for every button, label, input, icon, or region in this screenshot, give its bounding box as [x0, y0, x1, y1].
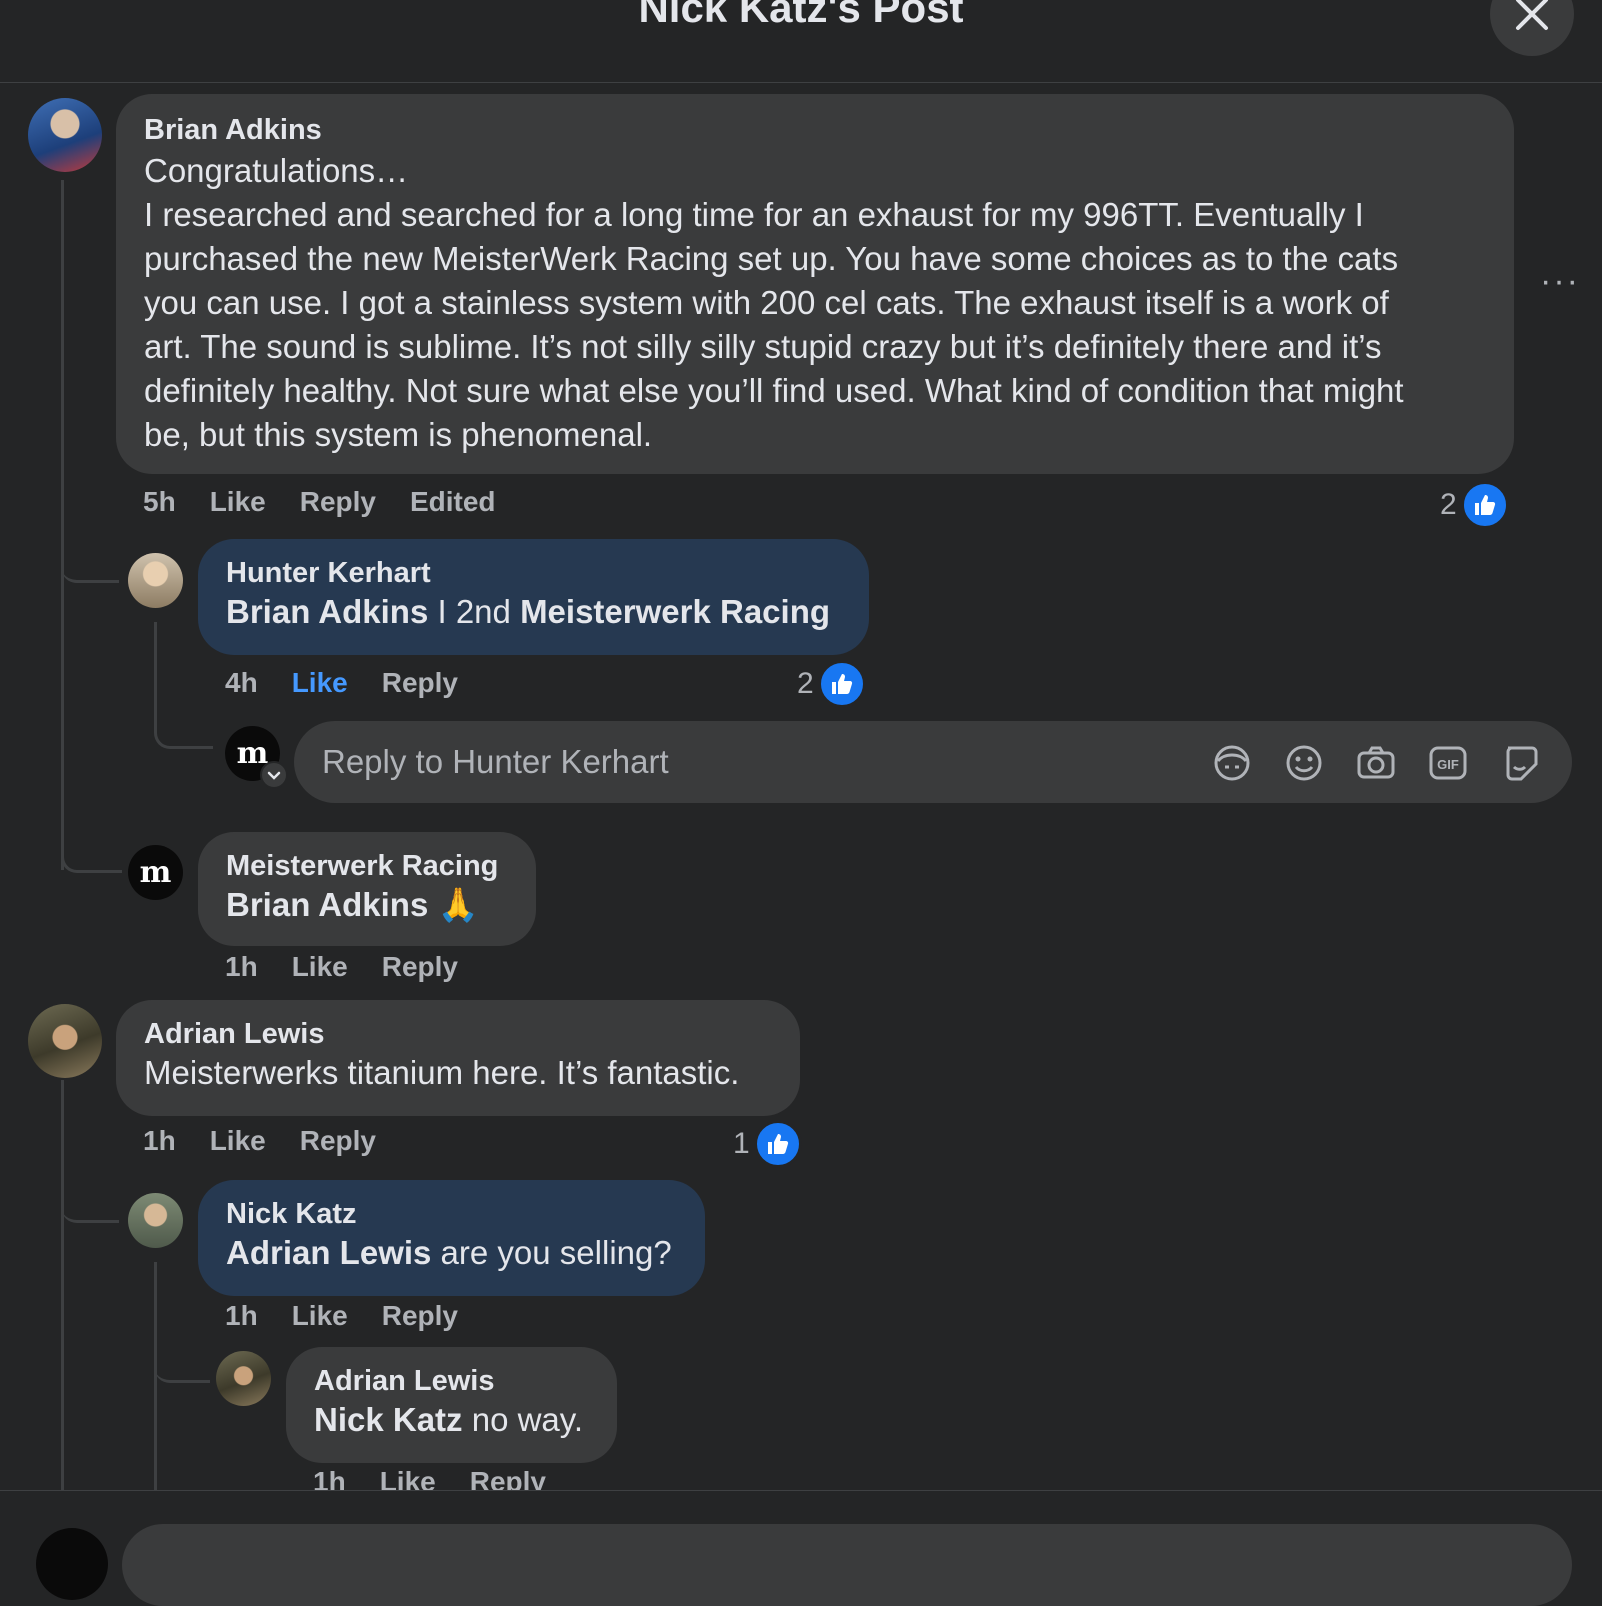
comment-author[interactable]: Brian Adkins: [144, 114, 1486, 147]
comment-bubble: Nick Katz Adrian Lewis are you selling?: [198, 1180, 705, 1296]
like-button[interactable]: Like: [210, 1125, 266, 1156]
mention-link[interactable]: Nick Katz: [314, 1401, 463, 1438]
comment-author[interactable]: Hunter Kerhart: [226, 557, 841, 590]
comment-bubble: Adrian Lewis Meisterwerks titanium here.…: [116, 1000, 800, 1116]
chevron-down-icon[interactable]: [260, 761, 288, 789]
svg-text:GIF: GIF: [1437, 757, 1459, 772]
comment-author[interactable]: Adrian Lewis: [314, 1365, 589, 1398]
mention-link[interactable]: Adrian Lewis: [226, 1234, 431, 1271]
comment-text: Brian Adkins 🙏: [226, 883, 508, 927]
thread-elbow: [61, 560, 119, 583]
avatar[interactable]: [36, 1528, 108, 1600]
clipped-actions-area: 1h Like Reply: [0, 1466, 1602, 1490]
comment-actions: 5h Like Reply Edited: [143, 486, 530, 518]
avatar[interactable]: m: [128, 845, 183, 900]
like-icon: [817, 660, 866, 708]
thread-elbow: [154, 690, 213, 749]
reply-input[interactable]: Reply to Hunter Kerhart GIF: [294, 721, 1572, 803]
reaction-count[interactable]: 1: [733, 1120, 802, 1168]
avatar[interactable]: [216, 1351, 271, 1406]
reply-button[interactable]: Reply: [382, 667, 458, 698]
comment-text: Brian Adkins I 2nd Meisterwerk Racing: [226, 593, 831, 630]
reply-button[interactable]: Reply: [300, 486, 376, 517]
comment-bubble: Hunter Kerhart Brian Adkins I 2nd Meiste…: [198, 539, 869, 655]
sticker-icon[interactable]: [1500, 743, 1540, 783]
comment-text: Meisterwerks titanium here. It’s fantast…: [144, 1054, 740, 1091]
comment-text: Nick Katz no way.: [314, 1401, 584, 1438]
reaction-count[interactable]: 2: [797, 660, 866, 708]
like-icon: [753, 1120, 802, 1168]
thread-elbow: [61, 420, 119, 583]
more-options-button[interactable]: ···: [1540, 262, 1580, 301]
comment-actions: 1h Like Reply: [143, 1125, 410, 1157]
comment-input[interactable]: [122, 1524, 1572, 1606]
comment-actions: 4h Like Reply: [225, 667, 492, 699]
reply-button[interactable]: Reply: [470, 1466, 546, 1490]
avatar[interactable]: [28, 1004, 102, 1078]
avatar-icon[interactable]: [1212, 743, 1252, 783]
comment-author[interactable]: Adrian Lewis: [144, 1018, 772, 1051]
comment-time[interactable]: 1h: [225, 951, 258, 982]
comment-time[interactable]: 1h: [225, 1300, 258, 1331]
post-header: Nick Katz's Post: [0, 0, 1602, 83]
comment-bubble: Brian Adkins Congratulations… I research…: [116, 94, 1514, 474]
like-button[interactable]: Like: [292, 1300, 348, 1331]
thread-line: [61, 1080, 64, 1490]
comment-text: Congratulations… I researched and search…: [144, 152, 1404, 453]
like-icon: [1460, 481, 1509, 529]
camera-icon[interactable]: [1356, 743, 1396, 783]
like-button[interactable]: Like: [292, 667, 348, 698]
emoji-icon[interactable]: [1284, 743, 1324, 783]
reaction-count[interactable]: 2: [1440, 481, 1509, 529]
reply-button[interactable]: Reply: [382, 1300, 458, 1331]
mention-link[interactable]: Brian Adkins: [226, 593, 428, 630]
comment-time[interactable]: 4h: [225, 667, 258, 698]
comment-time[interactable]: 5h: [143, 486, 176, 517]
comment-bubble: Adrian Lewis Nick Katz no way.: [286, 1347, 617, 1463]
comment-bubble: Meisterwerk Racing Brian Adkins 🙏: [198, 832, 536, 946]
gif-icon[interactable]: GIF: [1428, 743, 1468, 783]
comment-actions: 1h Like Reply: [225, 1300, 492, 1332]
close-icon: [1516, 0, 1548, 30]
reply-button[interactable]: Reply: [300, 1125, 376, 1156]
pray-emoji: 🙏: [437, 886, 479, 923]
edited-label: Edited: [409, 486, 496, 517]
avatar[interactable]: [28, 98, 102, 172]
avatar[interactable]: [128, 1193, 183, 1248]
like-button[interactable]: Like: [292, 951, 348, 982]
avatar[interactable]: [128, 553, 183, 608]
thread-elbow: [61, 810, 122, 873]
comment-actions: 1h Like Reply: [313, 1466, 580, 1490]
mention-link[interactable]: Meisterwerk Racing: [520, 593, 830, 630]
comment-author[interactable]: Nick Katz: [226, 1198, 677, 1231]
thread-elbow: [154, 1330, 210, 1383]
close-button[interactable]: [1490, 0, 1574, 56]
page-title: Nick Katz's Post: [638, 0, 964, 31]
comment-time[interactable]: 1h: [313, 1466, 346, 1490]
comment-text: Adrian Lewis are you selling?: [226, 1234, 672, 1271]
like-button[interactable]: Like: [380, 1466, 436, 1490]
mention-link[interactable]: Brian Adkins: [226, 886, 428, 923]
comment-author[interactable]: Meisterwerk Racing: [226, 850, 508, 883]
reply-button[interactable]: Reply: [382, 951, 458, 982]
like-button[interactable]: Like: [210, 486, 266, 517]
reply-placeholder: Reply to Hunter Kerhart: [322, 743, 669, 780]
thread-elbow: [61, 1170, 119, 1223]
comment-actions: 1h Like Reply: [225, 951, 492, 983]
comment-time[interactable]: 1h: [143, 1125, 176, 1156]
